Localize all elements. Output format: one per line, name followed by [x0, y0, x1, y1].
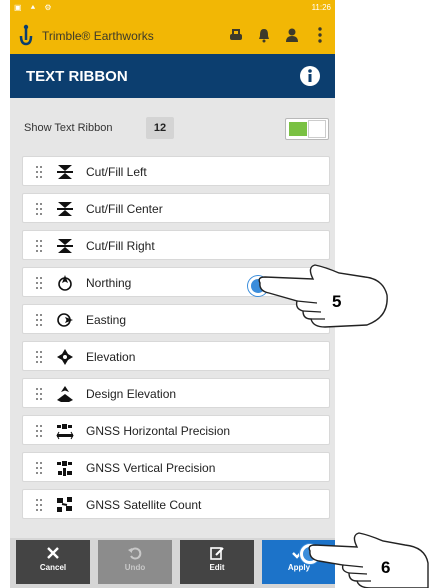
- step-5-callout: 5: [332, 292, 342, 311]
- cancel-button[interactable]: Cancel: [16, 540, 90, 584]
- undo-label: Undo: [124, 563, 146, 572]
- toggle-knob: [308, 120, 326, 138]
- list-item-gnss-vertical-precision[interactable]: GNSS Vertical Precision: [22, 452, 330, 482]
- item-label: Cut/Fill Center: [86, 202, 163, 216]
- drag-handle-icon[interactable]: [35, 498, 43, 512]
- list-item-cut-fill-left[interactable]: Cut/Fill Left: [22, 156, 330, 186]
- info-icon[interactable]: [299, 65, 321, 87]
- item-label: Cut/Fill Left: [86, 165, 147, 179]
- drag-handle-icon[interactable]: [35, 239, 43, 253]
- status-time: 11:26: [311, 3, 331, 12]
- show-text-ribbon-row: Show Text Ribbon 12: [10, 112, 335, 144]
- text-ribbon-list: Cut/Fill Left Cut/Fill Center Cut/Fill R…: [22, 156, 330, 526]
- drag-handle-icon[interactable]: [35, 313, 43, 327]
- drag-handle-icon[interactable]: [35, 202, 43, 216]
- item-label: Northing: [86, 276, 132, 290]
- drag-handle-icon[interactable]: [35, 350, 43, 364]
- gnss-horizontal-icon: [56, 424, 74, 440]
- drag-handle-icon[interactable]: [35, 165, 43, 179]
- toggle-on-indicator: [289, 122, 307, 136]
- app-title: Trimble® Earthworks: [42, 29, 154, 43]
- item-label: GNSS Satellite Count: [86, 498, 202, 512]
- list-item-cut-fill-center[interactable]: Cut/Fill Center: [22, 193, 330, 223]
- item-label: Design Elevation: [86, 387, 177, 401]
- trimble-logo-icon: [19, 24, 33, 46]
- pointing-hand-icon: [258, 264, 388, 328]
- drag-handle-icon[interactable]: [35, 276, 43, 290]
- edit-icon: [210, 547, 224, 560]
- northing-icon: [58, 275, 72, 291]
- edit-button[interactable]: Edit: [180, 540, 254, 584]
- list-item-design-elevation[interactable]: Design Elevation: [22, 378, 330, 408]
- item-label: Easting: [86, 313, 127, 327]
- list-item-gnss-horizontal-precision[interactable]: GNSS Horizontal Precision: [22, 415, 330, 445]
- item-label: GNSS Horizontal Precision: [86, 424, 231, 438]
- drag-handle-icon[interactable]: [35, 461, 43, 475]
- edit-label: Edit: [209, 563, 225, 572]
- undo-button[interactable]: Undo: [98, 540, 172, 584]
- list-item-elevation[interactable]: Elevation: [22, 341, 330, 371]
- show-text-ribbon-label: Show Text Ribbon: [24, 122, 113, 134]
- status-icons: ▣ ⯅ ⚙: [14, 3, 55, 12]
- drag-handle-icon[interactable]: [35, 424, 43, 438]
- item-label: Cut/Fill Right: [86, 239, 155, 253]
- close-icon: [47, 547, 59, 559]
- page-title: TEXT RIBBON: [26, 68, 128, 85]
- app-bar: Trimble® Earthworks: [10, 18, 335, 54]
- gnss-vertical-icon: [57, 461, 72, 476]
- ribbon-count-badge: 12: [146, 117, 174, 139]
- pointing-hand-icon: [308, 532, 429, 588]
- cut-fill-icon: [57, 239, 73, 253]
- design-elevation-icon: [57, 386, 73, 402]
- undo-icon: [128, 547, 142, 560]
- easting-icon: [57, 313, 73, 327]
- item-label: GNSS Vertical Precision: [86, 461, 216, 475]
- show-text-ribbon-toggle[interactable]: [285, 118, 329, 140]
- machine-icon[interactable]: [227, 26, 245, 44]
- page-header: TEXT RIBBON: [10, 54, 335, 98]
- cut-fill-icon: [57, 202, 73, 216]
- step-6-callout: 6: [381, 558, 391, 577]
- item-label: Elevation: [86, 350, 136, 364]
- notification-icon[interactable]: [255, 26, 273, 44]
- more-menu-icon[interactable]: [311, 26, 329, 44]
- drag-handle-icon[interactable]: [35, 387, 43, 401]
- list-item-gnss-satellite-count[interactable]: GNSS Satellite Count: [22, 489, 330, 519]
- action-bar: Cancel Undo Edit Apply: [10, 538, 335, 588]
- cut-fill-icon: [57, 165, 73, 179]
- satellite-icon: [57, 497, 72, 512]
- user-icon[interactable]: [283, 26, 301, 44]
- elevation-icon: [57, 349, 73, 365]
- cancel-label: Cancel: [39, 563, 67, 572]
- status-bar: ▣ ⯅ ⚙ 11:26: [10, 0, 335, 18]
